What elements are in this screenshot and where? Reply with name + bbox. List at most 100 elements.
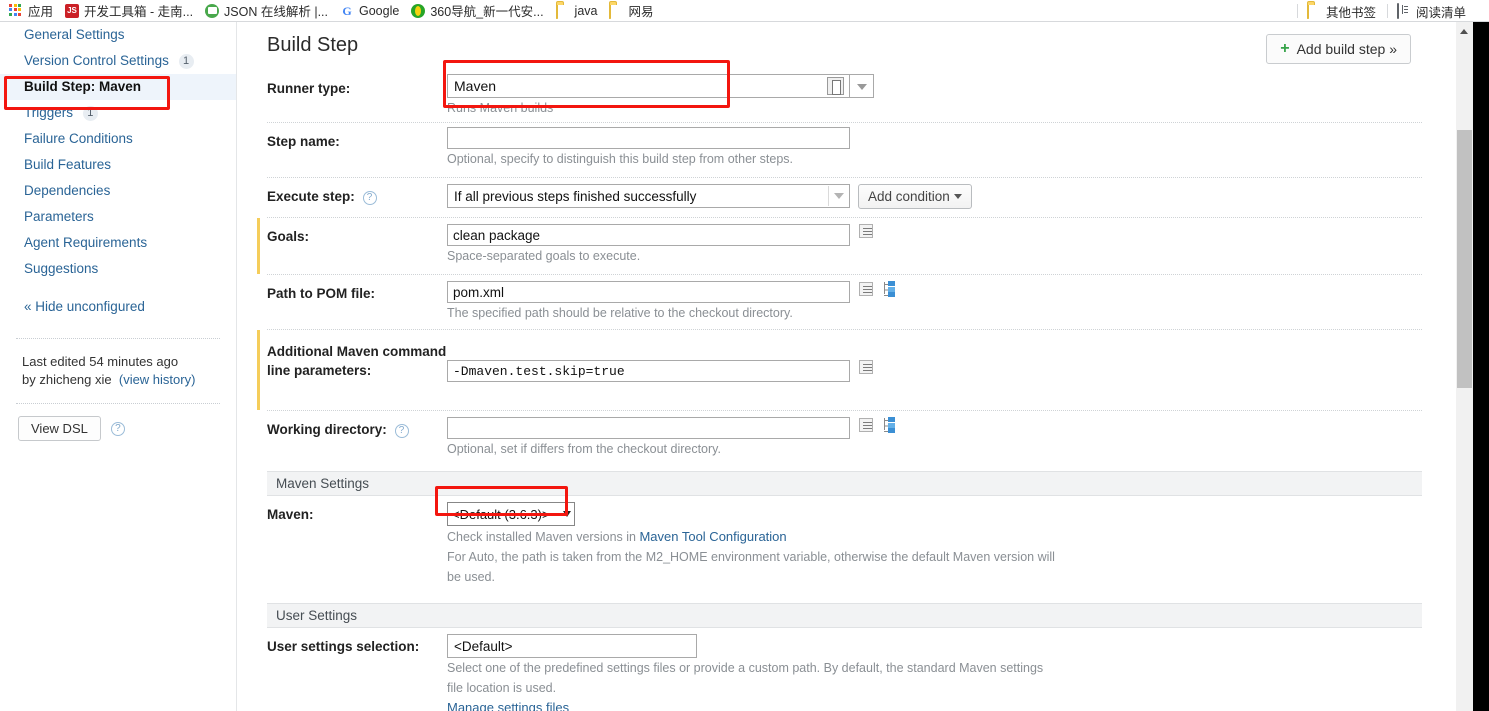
- insert-parameter-icon[interactable]: [859, 417, 873, 432]
- goals-field-icons: [859, 224, 873, 238]
- folder-icon: [555, 2, 570, 19]
- pom-path-input[interactable]: [447, 281, 850, 303]
- step-name-hint: Optional, specify to distinguish this bu…: [447, 152, 794, 166]
- divider: [1296, 4, 1298, 18]
- sidebar-item-label: Triggers: [24, 105, 74, 120]
- browse-tree-icon[interactable]: [881, 417, 896, 433]
- sidebar-item-label: Agent Requirements: [24, 235, 148, 250]
- sidebar-item-label: Parameters: [24, 209, 94, 224]
- browse-tree-icon[interactable]: [881, 281, 896, 297]
- view-dsl-row: View DSL ?: [0, 404, 236, 441]
- pom-path-field-icons: [859, 281, 896, 297]
- manage-settings-files-link[interactable]: Manage settings files: [447, 700, 569, 711]
- chevron-down-icon[interactable]: [828, 186, 848, 206]
- sidebar-item-build-step-maven[interactable]: Build Step: Maven: [0, 74, 236, 100]
- chevron-down-icon[interactable]: [850, 74, 874, 98]
- bookmark-folder-netease[interactable]: 网易: [604, 1, 660, 21]
- maven-version-select[interactable]: <Default (3.6.3)>: [447, 502, 575, 526]
- user-settings-selection-select[interactable]: <Default>: [447, 634, 697, 658]
- google-icon: G: [342, 3, 352, 18]
- bookmark-360-nav[interactable]: 360导航_新一代安...: [406, 1, 550, 21]
- insert-parameter-icon[interactable]: [859, 224, 873, 238]
- bookmark-label: java: [574, 3, 598, 18]
- runner-type-picker-icon[interactable]: [827, 77, 844, 95]
- sidebar-item-general-settings[interactable]: General Settings: [0, 22, 236, 48]
- bookmark-label: JSON 在线解析 |...: [224, 5, 328, 19]
- execute-step-label-text: Execute step:: [267, 189, 355, 204]
- form-row-working-directory: Working directory: ? Optional, set if di…: [267, 411, 1422, 465]
- execute-step-value: If all previous steps finished successfu…: [454, 188, 697, 204]
- sidebar-item-agent-requirements[interactable]: Agent Requirements: [0, 230, 236, 256]
- sidebar-item-label: Build Step: Maven: [24, 79, 142, 94]
- user-settings-selection-label: User settings selection:: [267, 639, 420, 654]
- user-settings-selection-value: <Default>: [454, 638, 513, 654]
- goals-label: Goals:: [267, 229, 310, 244]
- sidebar-item-dependencies[interactable]: Dependencies: [0, 178, 236, 204]
- goals-input[interactable]: [447, 224, 850, 246]
- last-edited-author: by zhicheng xie: [22, 372, 112, 387]
- bookmark-dev-toolbox[interactable]: JS 开发工具箱 - 走南...: [60, 1, 200, 21]
- sidebar-item-triggers[interactable]: Triggers 1: [0, 100, 236, 126]
- maven-tool-configuration-link[interactable]: Maven Tool Configuration: [639, 529, 786, 544]
- sidebar-item-version-control-settings[interactable]: Version Control Settings 1: [0, 48, 236, 74]
- sidebar-item-suggestions[interactable]: Suggestions: [0, 256, 236, 282]
- add-condition-button[interactable]: Add condition: [858, 184, 972, 209]
- sidebar-item-badge: 1: [178, 54, 194, 69]
- sidebar-item-failure-conditions[interactable]: Failure Conditions: [0, 126, 236, 152]
- goals-hint: Space-separated goals to execute.: [447, 249, 641, 263]
- working-directory-label-text: Working directory:: [267, 422, 387, 437]
- bookmark-label: 其他书签: [1325, 5, 1376, 20]
- sidebar-item-label: Version Control Settings: [24, 53, 169, 68]
- help-icon[interactable]: ?: [362, 191, 377, 205]
- bookmark-bar-right-group: 其他书签 阅读清单: [1293, 0, 1473, 21]
- runner-type-combobox[interactable]: [447, 74, 874, 98]
- bookmark-google[interactable]: G Google: [335, 1, 406, 21]
- runner-type-label: Runner type:: [267, 81, 351, 96]
- bookmark-label: 阅读清单: [1415, 5, 1466, 20]
- view-dsl-button[interactable]: View DSL: [18, 416, 101, 441]
- scrollbar-thumb[interactable]: [1457, 130, 1472, 388]
- form-row-maven-version: Maven: <Default (3.6.3)> Check installed…: [267, 496, 1422, 597]
- view-history-link[interactable]: (view history): [119, 372, 196, 387]
- bookmark-folder-java[interactable]: java: [551, 1, 605, 21]
- pom-path-label: Path to POM file:: [267, 286, 375, 301]
- scroll-up-arrow-icon[interactable]: [1456, 22, 1473, 39]
- form-row-execute-step: Execute step: ? If all previous steps fi…: [267, 178, 1422, 209]
- add-build-step-label: Add build step »: [1296, 41, 1397, 57]
- maven-hint-line3: be used.: [447, 570, 495, 584]
- main-content: Build Step + Add build step » Runner typ…: [238, 22, 1450, 711]
- sidebar-item-build-features[interactable]: Build Features: [0, 152, 236, 178]
- page-title: Build Step: [267, 34, 359, 56]
- bookmark-label: 360导航_新一代安...: [430, 5, 544, 19]
- sidebar-item-parameters[interactable]: Parameters: [0, 204, 236, 230]
- add-build-step-button[interactable]: + Add build step »: [1266, 34, 1411, 64]
- vertical-scrollbar[interactable]: [1456, 22, 1473, 711]
- maven-hint-line2: For Auto, the path is taken from the M2_…: [447, 550, 1055, 564]
- runner-type-input[interactable]: [447, 74, 850, 98]
- insert-parameter-icon[interactable]: [859, 360, 873, 374]
- bookmark-label: 网易: [628, 5, 654, 19]
- reading-list-icon: [1396, 3, 1411, 19]
- bookmark-apps[interactable]: 应用: [4, 1, 60, 21]
- bookmark-label: Google: [359, 3, 400, 18]
- form-row-step-name: Step name: Optional, specify to distingu…: [267, 123, 1422, 169]
- bookmark-json-parser[interactable]: JSON 在线解析 |...: [200, 1, 335, 21]
- working-directory-input[interactable]: [447, 417, 850, 439]
- working-directory-field-icons: [859, 417, 896, 433]
- help-icon[interactable]: ?: [110, 421, 125, 436]
- execute-step-select[interactable]: If all previous steps finished successfu…: [447, 184, 850, 208]
- bookmark-other-bookmarks[interactable]: 其他书签: [1302, 1, 1383, 21]
- maven-hint-prefix: Check installed Maven versions in: [447, 530, 640, 544]
- step-name-input[interactable]: [447, 127, 850, 149]
- hide-unconfigured-link[interactable]: « Hide unconfigured: [0, 294, 236, 320]
- insert-parameter-icon[interactable]: [859, 281, 873, 296]
- form-row-goals: Goals: Space-separated goals to execute.: [257, 218, 1422, 274]
- working-directory-hint: Optional, set if differs from the checko…: [447, 442, 721, 456]
- sidebar-item-badge: 1: [82, 106, 98, 121]
- chevron-down-icon[interactable]: [563, 511, 571, 517]
- hide-unconfigured-label: « Hide unconfigured: [24, 299, 145, 314]
- bookmark-reading-list[interactable]: 阅读清单: [1392, 1, 1473, 21]
- help-icon[interactable]: ?: [394, 424, 409, 438]
- additional-params-textarea[interactable]: -Dmaven.test.skip=true: [447, 360, 850, 382]
- maven-version-value: <Default (3.6.3)>: [452, 506, 550, 522]
